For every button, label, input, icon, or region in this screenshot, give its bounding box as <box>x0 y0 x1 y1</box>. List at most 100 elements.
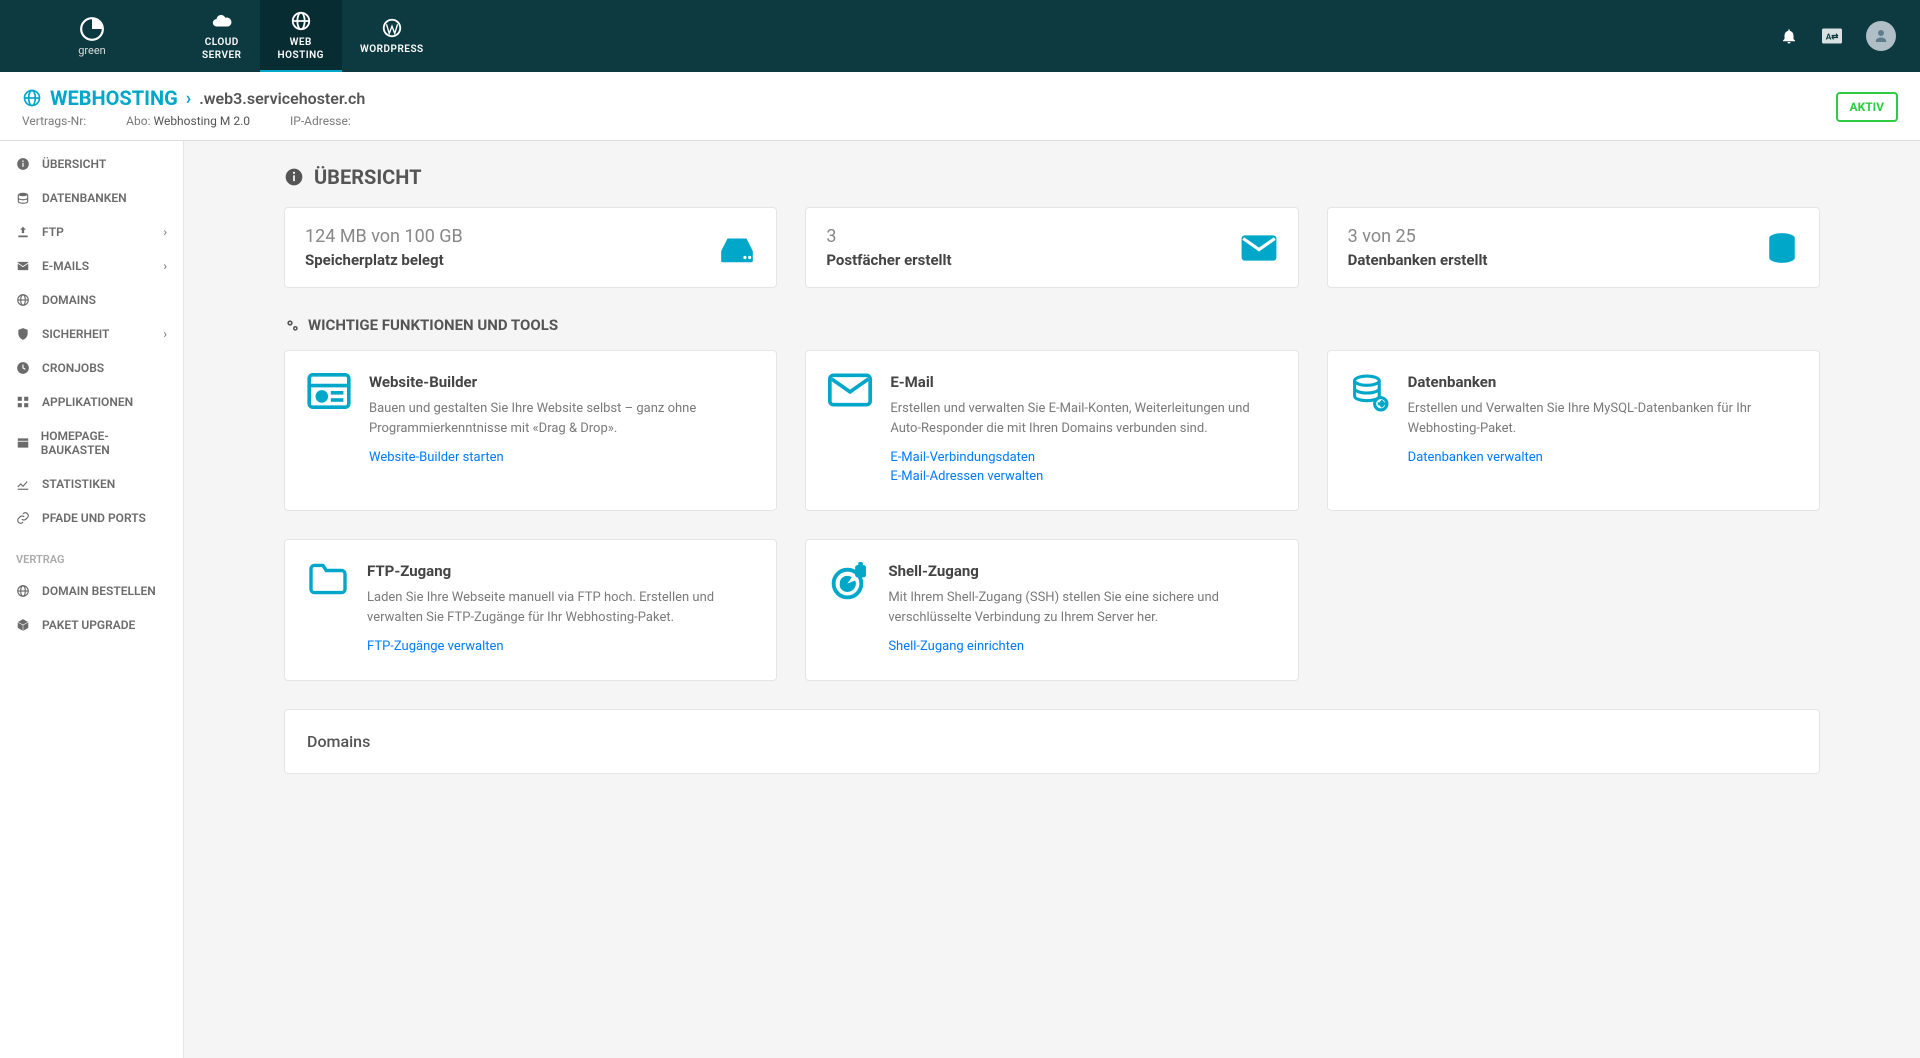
sidebar-item-applikationen[interactable]: APPLIKATIONEN <box>0 385 183 419</box>
sidebar-item-label: E-MAILS <box>42 259 89 273</box>
sidebar-item-cronjobs[interactable]: CRONJOBS <box>0 351 183 385</box>
sidebar-item-sicherheit[interactable]: SICHERHEIT › <box>0 317 183 351</box>
nav-tab-wordpress[interactable]: WORDPRESS <box>342 0 442 72</box>
top-nav-right: A⇄ <box>1780 0 1920 72</box>
tool-card-ftp-zugang: FTP-Zugang Laden Sie Ihre Webseite manuel… <box>284 539 777 681</box>
tool-link[interactable]: Shell-Zugang einrichten <box>888 639 1275 654</box>
tool-link[interactable]: FTP-Zugänge verwalten <box>367 639 754 654</box>
tool-card-e-mail: E-MailErstellen und verwalten Sie E-Mail… <box>805 350 1298 511</box>
cloud-icon <box>211 10 233 32</box>
tool-description: Erstellen und Verwalten Sie Ihre MySQL-D… <box>1408 399 1797 438</box>
sidebar-item-label: PFADE UND PORTS <box>42 511 146 525</box>
breadcrumb-title[interactable]: WEBHOSTING › .web3.servicehoster.ch <box>22 86 365 110</box>
svg-text:A⇄: A⇄ <box>1826 32 1839 42</box>
tool-card-website-builder: Website-Builder Bauen und gestalten Sie I… <box>284 350 777 511</box>
sidebar-item-label: PAKET UPGRADE <box>42 618 135 632</box>
sidebar-item-label: SICHERHEIT <box>42 327 109 341</box>
tool-link[interactable]: E-Mail-Adressen verwalten <box>890 469 1275 484</box>
stat-card-1: 3 Postfächer erstellt <box>805 207 1298 288</box>
tool-title: Datenbanken <box>1408 373 1797 391</box>
link-icon <box>16 511 32 525</box>
tool-title: FTP-Zugang <box>367 562 754 580</box>
overview-title: ÜBERSICHT <box>284 165 1820 189</box>
stat-label: Speicherplatz belegt <box>305 251 463 269</box>
nav-tab-cloud-server[interactable]: CLOUDSERVER <box>184 0 260 72</box>
tool-card-datenbanken: Datenbanken Erstellen und Verwalten Sie I… <box>1327 350 1820 511</box>
globe-icon <box>16 293 32 307</box>
info-icon <box>16 157 32 171</box>
tool-card-shell-zugang: Shell-ZugangMit Ihrem Shell-Zugang (SSH)… <box>805 539 1298 681</box>
clock-icon <box>16 361 32 375</box>
tool-description: Erstellen und verwalten Sie E-Mail-Konte… <box>890 399 1275 438</box>
stats-row: 124 MB von 100 GB Speicherplatz belegt 3 Po… <box>284 207 1820 288</box>
globe-icon <box>16 584 32 598</box>
tool-link[interactable]: Website-Builder starten <box>369 450 754 465</box>
stat-icon <box>1765 231 1799 265</box>
gears-icon <box>284 317 300 333</box>
chevron-right-icon: › <box>163 259 167 273</box>
domains-card: Domains <box>284 709 1820 774</box>
chevron-right-icon: › <box>163 327 167 341</box>
package-icon <box>16 618 32 632</box>
status-badge: AKTIV <box>1836 92 1898 122</box>
sidebar-section-contract: VERTRAG <box>0 535 183 574</box>
brand-name: green <box>78 44 106 57</box>
sidebar: ÜBERSICHT DATENBANKEN FTP › E-MAILS › DOMAINS S… <box>0 141 184 1058</box>
sidebar-item-datenbanken[interactable]: DATENBANKEN <box>0 181 183 215</box>
stat-icon <box>1240 233 1278 263</box>
globe-icon <box>290 10 312 32</box>
sidebar-item-übersicht[interactable]: ÜBERSICHT <box>0 147 183 181</box>
sidebar-item-domain-bestellen[interactable]: DOMAIN BESTELLEN <box>0 574 183 608</box>
shield-icon <box>16 327 32 341</box>
apps-icon <box>16 395 32 409</box>
tool-title: Website-Builder <box>369 373 754 391</box>
sidebar-item-label: DOMAIN BESTELLEN <box>42 584 156 598</box>
main-content: ÜBERSICHT 124 MB von 100 GB Speicherplatz… <box>184 141 1920 1058</box>
mail-icon <box>16 259 32 273</box>
globe-icon <box>22 88 42 108</box>
sidebar-item-label: DOMAINS <box>42 293 96 307</box>
subheader: WEBHOSTING › .web3.servicehoster.ch Vert… <box>0 72 1920 141</box>
sidebar-item-domains[interactable]: DOMAINS <box>0 283 183 317</box>
tool-link[interactable]: Datenbanken verwalten <box>1408 450 1797 465</box>
sidebar-item-label: FTP <box>42 225 64 239</box>
subheader-meta: Vertrags-Nr: Abo: Webhosting M 2.0 IP-Ad… <box>22 114 365 128</box>
domains-heading: Domains <box>307 732 1797 751</box>
stat-value: 124 MB von 100 GB <box>305 226 463 247</box>
sidebar-item-homepage-baukasten[interactable]: HOMEPAGE-BAUKASTEN <box>0 419 183 467</box>
sidebar-item-ftp[interactable]: FTP › <box>0 215 183 249</box>
sidebar-item-label: HOMEPAGE-BAUKASTEN <box>41 429 167 457</box>
sidebar-item-statistiken[interactable]: STATISTIKEN <box>0 467 183 501</box>
chevron-right-icon: › <box>186 88 191 109</box>
sidebar-item-label: APPLIKATIONEN <box>42 395 133 409</box>
notifications-button[interactable] <box>1780 27 1798 45</box>
sidebar-item-paket-upgrade[interactable]: PAKET UPGRADE <box>0 608 183 642</box>
sidebar-item-label: ÜBERSICHT <box>42 157 106 171</box>
chart-icon <box>16 477 32 491</box>
stat-label: Postfächer erstellt <box>826 251 951 269</box>
tool-icon <box>828 562 870 658</box>
sidebar-item-e-mails[interactable]: E-MAILS › <box>0 249 183 283</box>
sidebar-item-pfade-und-ports[interactable]: PFADE UND PORTS <box>0 501 183 535</box>
top-nav: green CLOUDSERVER WEBHOSTING WORDPRESS A… <box>0 0 1920 72</box>
nav-tab-web-hosting[interactable]: WEBHOSTING <box>260 0 343 72</box>
stat-label: Datenbanken erstellt <box>1348 251 1488 269</box>
brand[interactable]: green <box>0 0 184 72</box>
tool-icon <box>307 562 349 658</box>
tools-section-title: WICHTIGE FUNKTIONEN UND TOOLS <box>284 316 1820 334</box>
host-name: .web3.servicehoster.ch <box>199 89 365 108</box>
stat-value: 3 von 25 <box>1348 226 1488 247</box>
tool-icon <box>828 373 872 488</box>
tool-link[interactable]: E-Mail-Verbindungsdaten <box>890 450 1275 465</box>
tool-description: Laden Sie Ihre Webseite manuell via FTP … <box>367 588 754 627</box>
sidebar-item-label: CRONJOBS <box>42 361 104 375</box>
tools-grid: Website-Builder Bauen und gestalten Sie I… <box>284 350 1820 681</box>
layout-icon <box>16 436 31 450</box>
chevron-right-icon: › <box>163 225 167 239</box>
stat-card-0: 124 MB von 100 GB Speicherplatz belegt <box>284 207 777 288</box>
nav-tabs: CLOUDSERVER WEBHOSTING WORDPRESS <box>184 0 442 72</box>
language-button[interactable]: A⇄ <box>1822 28 1842 44</box>
tool-description: Bauen und gestalten Sie Ihre Website sel… <box>369 399 754 438</box>
stat-value: 3 <box>826 226 951 247</box>
user-avatar-button[interactable] <box>1866 21 1896 51</box>
